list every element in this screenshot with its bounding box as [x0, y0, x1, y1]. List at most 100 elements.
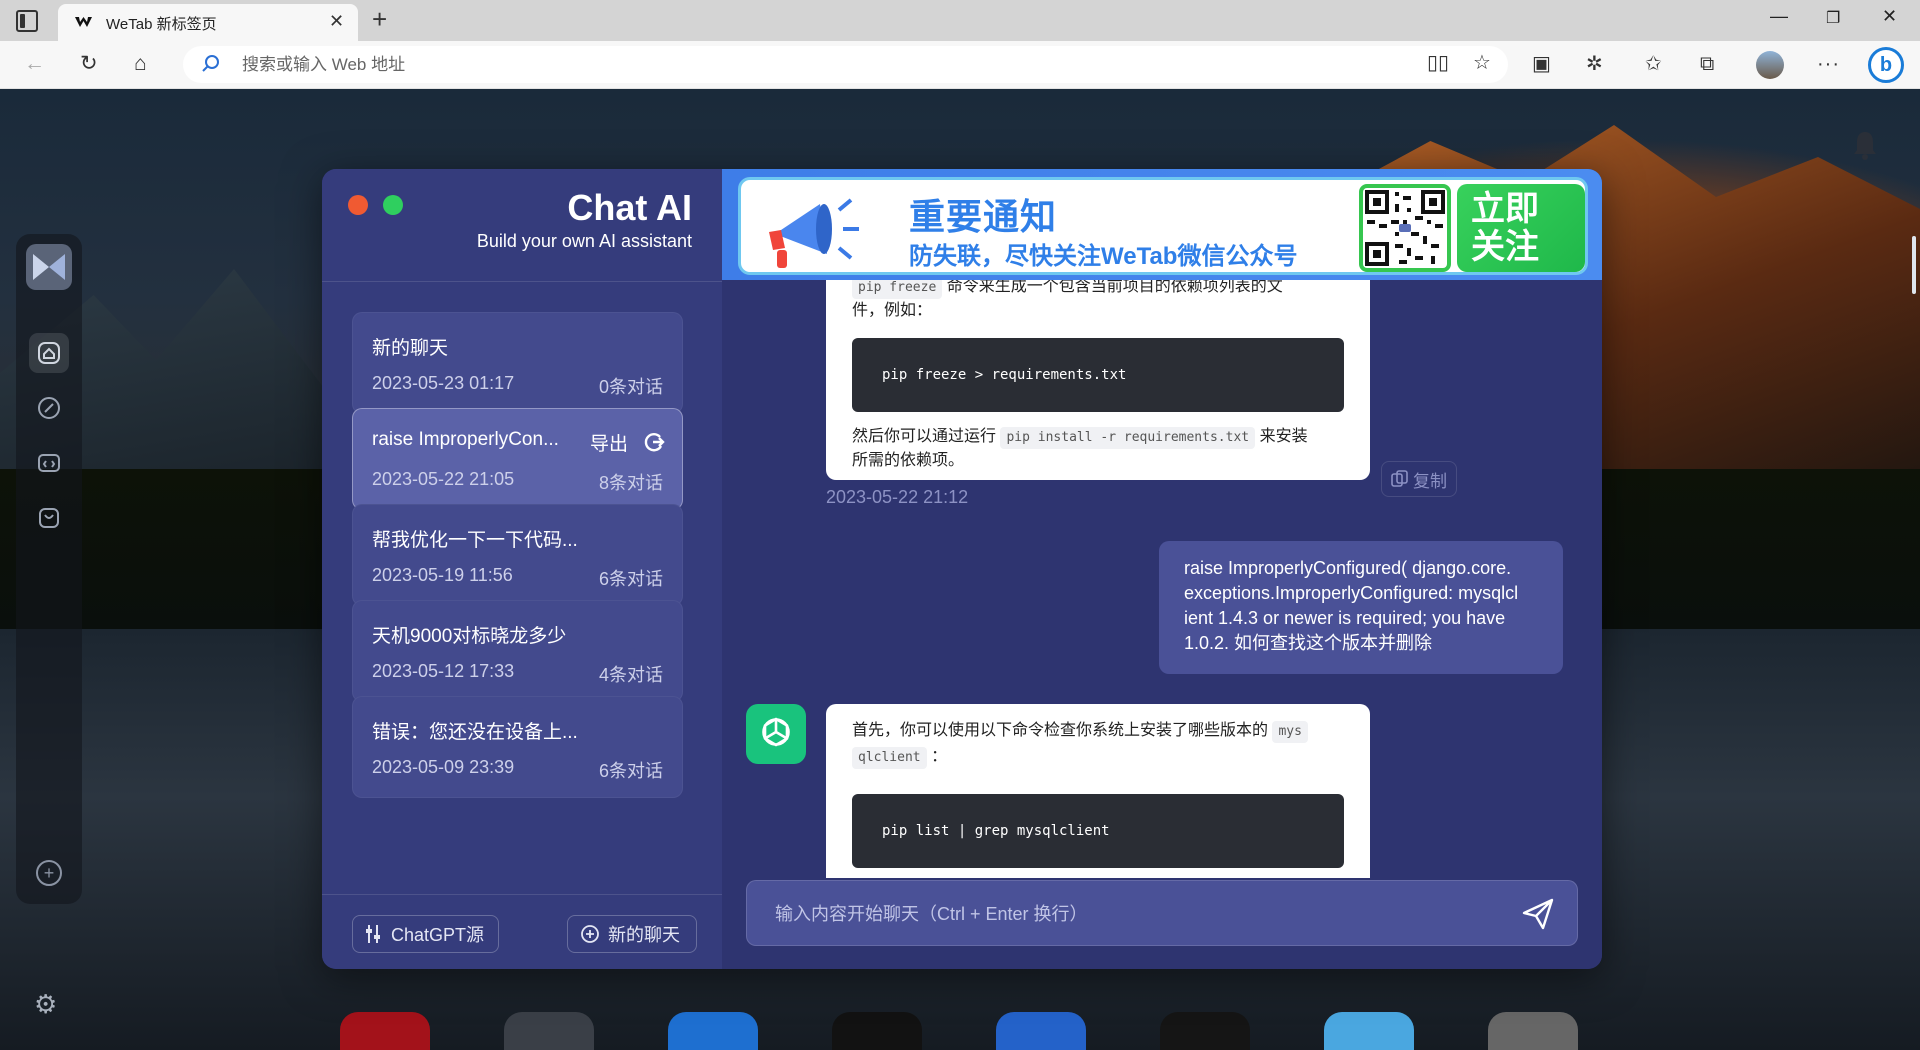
- sidebar-footer: ChatGPT源 新的聊天: [322, 894, 722, 969]
- follow-line: 立即: [1471, 190, 1539, 228]
- browser-tab[interactable]: WeTab 新标签页 ✕: [58, 4, 358, 41]
- chat-ai-window: Chat AI Build your own AI assistant 新的聊天…: [322, 169, 1602, 969]
- app-title: Chat AI: [567, 187, 692, 228]
- profile-avatar[interactable]: [1756, 51, 1784, 79]
- wetab-side-rail: +: [16, 234, 82, 904]
- dock-app-3[interactable]: [668, 1012, 758, 1050]
- wetab-logo-icon[interactable]: [26, 244, 72, 290]
- chat-count: 6条对话: [598, 761, 663, 781]
- user-message-line: 1.0.2. 如何查找这个版本并删除: [1184, 633, 1433, 653]
- address-input[interactable]: [242, 52, 1142, 78]
- banner-title: 重要通知: [909, 196, 1058, 237]
- dock-app-2[interactable]: [504, 1012, 594, 1050]
- message-timestamp: 2023-05-22 21:12: [826, 487, 969, 507]
- address-bar[interactable]: ▯▯ ☆: [183, 46, 1508, 83]
- add-circle-icon: [581, 925, 599, 943]
- send-icon[interactable]: [1521, 897, 1555, 931]
- new-tab-icon[interactable]: +: [372, 4, 387, 35]
- close-dot[interactable]: [348, 195, 368, 215]
- copy-label: 复制: [1413, 471, 1447, 491]
- reader-view-icon[interactable]: ▯▯: [1427, 51, 1449, 75]
- chat-item[interactable]: 帮我优化一下一下代码... 2023-05-19 11:56 6条对话: [352, 504, 683, 606]
- follow-line: 关注: [1471, 228, 1539, 266]
- dock-app-8[interactable]: [1488, 1012, 1578, 1050]
- inline-code: qlclient: [852, 747, 927, 769]
- tab-close-icon[interactable]: ✕: [329, 11, 344, 32]
- browser-toolbar: ← ↻ ⌂ ▯▯ ☆ ▣ ✲ ✩ ⧉ ··· b: [0, 41, 1920, 89]
- tab-actions-icon[interactable]: [16, 10, 38, 32]
- notice-card[interactable]: 重要通知 防失联，尽快关注WeTab微信公众号 立即 关注: [738, 177, 1588, 275]
- settings-gear-icon[interactable]: ⚙: [34, 989, 57, 1020]
- rail-shop[interactable]: [29, 498, 69, 538]
- restore-icon[interactable]: ❐: [1826, 8, 1840, 28]
- dock-app-4[interactable]: [832, 1012, 922, 1050]
- add-favorite-icon[interactable]: ☆: [1473, 51, 1491, 75]
- new-chat-button[interactable]: 新的聊天: [567, 915, 697, 953]
- user-message-bubble: raise ImproperlyConfigured( django.core.…: [1159, 541, 1563, 674]
- dock-app-5[interactable]: [996, 1012, 1086, 1050]
- code-block: pip list | grep mysqlclient: [852, 794, 1344, 868]
- back-icon[interactable]: ←: [24, 51, 45, 77]
- favorites-icon[interactable]: ✩: [1645, 52, 1662, 76]
- code-icon: [38, 454, 60, 472]
- inline-code: pip freeze: [852, 280, 943, 299]
- follow-button[interactable]: 立即 关注: [1457, 184, 1585, 272]
- rail-home[interactable]: [29, 333, 69, 373]
- chat-input[interactable]: [775, 901, 1475, 927]
- message-text: 首先，你可以使用以下命令检查你系统上安装了哪些版本的: [852, 722, 1269, 739]
- rail-dev[interactable]: [29, 443, 69, 483]
- chat-count: 8条对话: [598, 473, 663, 493]
- message-list: pip freeze 命令来生成一个包含当前项目的依赖项列表的文 件，例如： p…: [722, 280, 1602, 878]
- notification-bell-icon[interactable]: [1852, 130, 1878, 160]
- maximize-dot[interactable]: [383, 195, 403, 215]
- notice-banner[interactable]: 重要通知 防失联，尽快关注WeTab微信公众号 立即 关注: [722, 169, 1602, 280]
- user-message-line: ient 1.4.3 or newer is required; you hav…: [1184, 608, 1506, 628]
- inline-code: pip install -r requirements.txt: [1000, 427, 1256, 449]
- collections-icon[interactable]: ⧉: [1700, 52, 1714, 76]
- user-message-line: raise ImproperlyConfigured( django.core.: [1184, 558, 1512, 578]
- chat-main: pip freeze 命令来生成一个包含当前项目的依赖项列表的文 件，例如： p…: [722, 169, 1602, 969]
- chat-item-selected[interactable]: raise ImproperlyCon... 导出 2023-05-22 21:…: [352, 408, 683, 510]
- chat-item[interactable]: 新的聊天 2023-05-23 01:17 0条对话: [352, 312, 683, 414]
- tab-strip: WeTab 新标签页 ✕ + — ❐ ✕: [0, 0, 1920, 41]
- dock-app-1[interactable]: [340, 1012, 430, 1050]
- wetab-favicon-icon: [75, 17, 92, 27]
- chat-input-box[interactable]: [746, 880, 1578, 946]
- copy-button[interactable]: 复制: [1381, 461, 1457, 497]
- extensions-icon[interactable]: ✲: [1586, 52, 1603, 76]
- message-text: 所需的依赖项。: [852, 452, 965, 469]
- more-icon[interactable]: ···: [1817, 52, 1840, 76]
- chatgpt-source-label: ChatGPT源: [391, 925, 485, 945]
- rail-notes[interactable]: [29, 388, 69, 428]
- sliders-icon: [366, 925, 380, 943]
- add-category-icon[interactable]: +: [36, 860, 62, 886]
- openai-avatar: [746, 704, 806, 764]
- message-text: 件，例如：: [852, 302, 933, 319]
- chat-item[interactable]: 天机9000对标晓龙多少 2023-05-12 17:33 4条对话: [352, 600, 683, 702]
- megaphone-icon: [769, 198, 859, 268]
- sidebar-header: Chat AI Build your own AI assistant: [322, 169, 722, 282]
- chatgpt-source-button[interactable]: ChatGPT源: [352, 915, 499, 953]
- window-close-icon[interactable]: ✕: [1882, 6, 1897, 27]
- minimize-icon[interactable]: —: [1770, 6, 1788, 27]
- message-text: 命令来生成一个包含当前项目的依赖项列表的文: [946, 280, 1283, 295]
- tab-title: WeTab 新标签页: [106, 16, 217, 33]
- dock-app-6[interactable]: [1160, 1012, 1250, 1050]
- chat-date: 2023-05-12 17:33: [372, 661, 515, 681]
- dock-app-7[interactable]: [1324, 1012, 1414, 1050]
- chat-list: 新的聊天 2023-05-23 01:17 0条对话 raise Imprope…: [322, 282, 722, 894]
- scrollbar-thumb[interactable]: [1912, 236, 1916, 294]
- pen-icon: [38, 397, 60, 419]
- bing-copilot-icon[interactable]: b: [1868, 47, 1904, 83]
- chat-count: 0条对话: [598, 377, 663, 397]
- workspaces-icon[interactable]: ▣: [1532, 52, 1551, 76]
- qr-code: [1359, 184, 1451, 272]
- refresh-icon[interactable]: ↻: [80, 51, 98, 77]
- chat-item[interactable]: 错误：您还没在设备上... 2023-05-09 23:39 6条对话: [352, 696, 683, 798]
- export-icon[interactable]: [643, 431, 665, 453]
- new-chat-label: 新的聊天: [608, 925, 680, 945]
- chat-title: 新的聊天: [372, 338, 449, 359]
- home-icon[interactable]: ⌂: [134, 51, 147, 77]
- message-text: 然后你可以通过运行: [852, 428, 997, 445]
- export-button[interactable]: 导出: [590, 429, 628, 456]
